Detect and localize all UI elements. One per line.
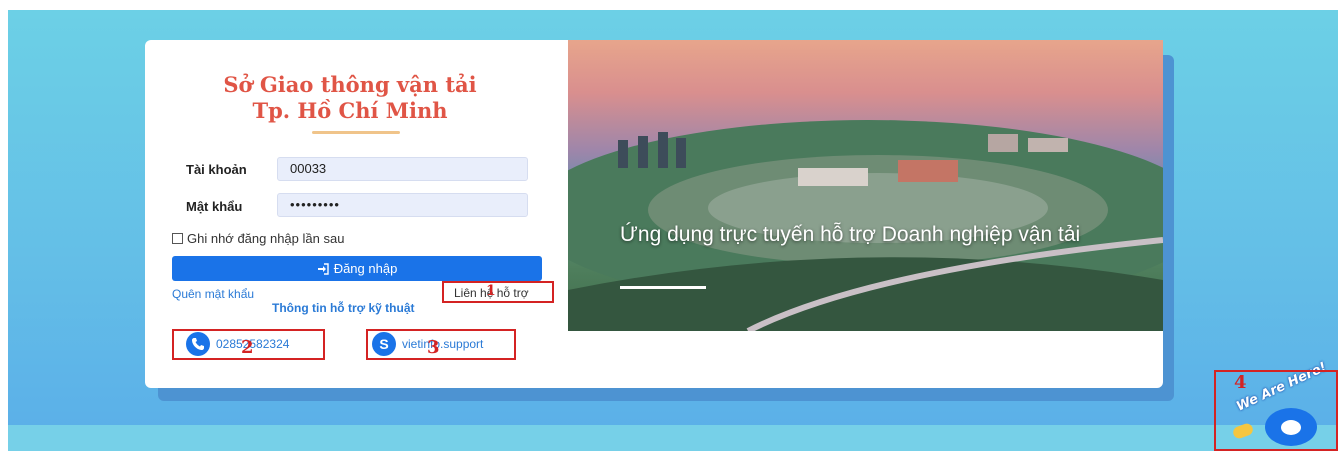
sign-in-icon: [317, 262, 329, 275]
forgot-password-link[interactable]: Quên mật khẩu: [172, 287, 254, 301]
login-button[interactable]: Đăng nhập: [172, 256, 542, 281]
remember-label: Ghi nhớ đăng nhập lần sau: [187, 231, 345, 246]
password-label: Mật khẩu: [186, 199, 243, 214]
username-label: Tài khoản: [186, 162, 247, 177]
remember-checkbox-row[interactable]: Ghi nhớ đăng nhập lần sau: [172, 231, 344, 246]
page-title: Sở Giao thông vận tải Tp. Hồ Chí Minh: [180, 72, 520, 124]
annotation-box-1: [442, 281, 554, 303]
annotation-number-4: 4: [1234, 372, 1247, 393]
login-button-label: Đăng nhập: [333, 261, 398, 276]
password-input[interactable]: •••••••••: [277, 193, 528, 217]
annotation-number-2: 2: [241, 337, 254, 358]
remember-checkbox[interactable]: [172, 233, 183, 244]
support-title: Thông tin hỗ trợ kỹ thuật: [272, 301, 415, 315]
page-footer-band: [8, 425, 1338, 451]
username-input[interactable]: 00033: [277, 157, 528, 181]
annotation-box-3: [366, 329, 516, 360]
title-underline: [312, 131, 400, 134]
annotation-box-4: [1214, 370, 1338, 451]
title-line-2: Tp. Hồ Chí Minh: [252, 98, 448, 123]
banner-text: Ứng dụng trực tuyến hỗ trợ Doanh nghiệp …: [620, 223, 1081, 246]
annotation-number-3: 3: [427, 337, 440, 358]
banner-underline: [620, 286, 706, 289]
annotation-number-1: 1: [486, 283, 496, 299]
title-line-1: Sở Giao thông vận tải: [223, 72, 477, 97]
